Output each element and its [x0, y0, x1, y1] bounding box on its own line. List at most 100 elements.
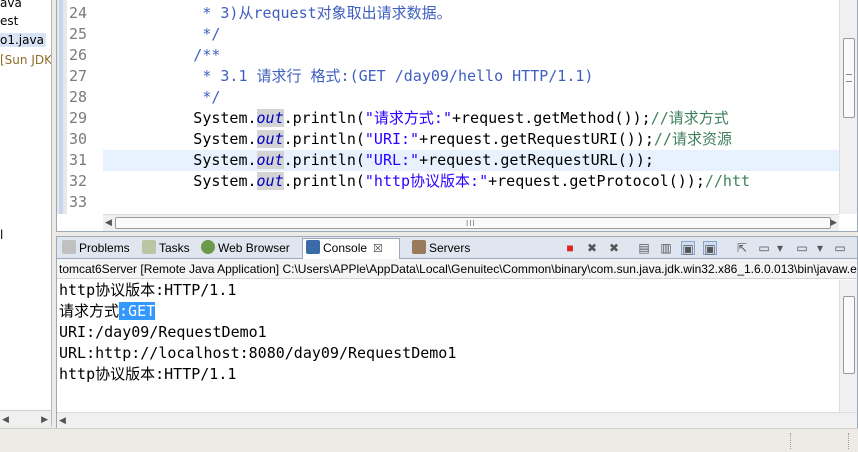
line-number: 30: [69, 130, 88, 148]
code-line[interactable]: System.out.println("URI:"+request.getReq…: [103, 129, 839, 150]
tab-tasks[interactable]: Tasks: [139, 239, 190, 258]
selected-text: :GET: [119, 302, 156, 320]
line-number: 32: [69, 172, 88, 190]
console-vscrollbar[interactable]: [839, 280, 857, 412]
code-token: out: [256, 109, 284, 127]
code-line[interactable]: */: [103, 24, 839, 45]
code-token: .println(: [283, 151, 365, 169]
remove-all-launches-icon[interactable]: ✖: [607, 241, 621, 255]
code-token: * 3)从request对象取出请求数据。: [103, 4, 452, 22]
editor-hscrollbar[interactable]: ◀ III ▶: [103, 214, 839, 231]
tab-web-browser[interactable]: Web Browser: [198, 239, 290, 258]
console-icon: [306, 240, 320, 254]
code-token: System.: [103, 172, 257, 190]
pin-console-icon[interactable]: ⇱: [735, 241, 749, 255]
code-token: .println(: [283, 172, 365, 190]
show-on-stdout-icon[interactable]: ▣: [681, 241, 695, 256]
code-token: +request.getRequestURI());: [419, 130, 654, 148]
code-editor[interactable]: 24 25 26 27 28 29 30 31 32 33 * 3)从request对象取出请求数…: [56, 0, 858, 232]
clear-console-icon[interactable]: ▤: [637, 241, 651, 255]
code-token: System.: [103, 151, 257, 169]
console-line: http协议版本:HTTP/1.1: [59, 365, 237, 383]
close-tab-icon[interactable]: ☒: [373, 243, 383, 255]
editor-hscroll-thumb[interactable]: III: [115, 217, 831, 229]
terminate-icon[interactable]: ■: [563, 241, 577, 255]
tab-servers[interactable]: Servers: [409, 239, 470, 258]
problems-icon: [62, 240, 76, 254]
status-separator: [790, 433, 792, 449]
package-explorer-hscrollbar[interactable]: ◀ ▶: [0, 410, 51, 426]
line-number: 24: [69, 4, 88, 22]
console-line: URI:/day09/RequestDemo1: [59, 323, 267, 341]
code-line[interactable]: System.out.println("http协议版本:"+request.g…: [103, 171, 839, 192]
line-number: 29: [69, 109, 88, 127]
console-line: 请求方式:GET: [59, 301, 156, 322]
tree-item[interactable]: ava: [0, 0, 22, 10]
code-line[interactable]: * 3.1 请求行 格式:(GET /day09/hello HTTP/1.1): [103, 66, 839, 87]
code-token: */: [103, 25, 221, 43]
line-number: 26: [69, 46, 88, 64]
tab-console[interactable]: Console ☒: [302, 238, 400, 259]
scroll-lock-icon[interactable]: ▥: [659, 241, 673, 255]
code-token: //请求资源: [653, 130, 732, 148]
package-explorer: ava est o1.java [Sun JDK l ◀ ▶: [0, 0, 52, 426]
line-number-gutter: 24 25 26 27 28 29 30 31 32 33: [67, 0, 103, 214]
tree-item[interactable]: est: [0, 14, 18, 28]
code-token: "请求方式:": [364, 109, 452, 127]
code-token: +request.getMethod());: [452, 109, 651, 127]
code-token: /**: [103, 46, 221, 64]
code-token: System.: [103, 109, 257, 127]
code-token: +request.getRequestURL());: [419, 151, 654, 169]
scroll-left-arrow-icon[interactable]: ◀: [59, 415, 66, 426]
status-bar: [0, 428, 858, 452]
editor-vscrollbar[interactable]: [839, 0, 857, 214]
scroll-left-arrow-icon[interactable]: ◀: [105, 217, 112, 228]
scroll-right-arrow-icon[interactable]: ▶: [41, 414, 48, 425]
minimize-view-icon[interactable]: ▭: [833, 241, 847, 255]
tasks-icon: [142, 240, 156, 254]
code-line[interactable]: /**: [103, 45, 839, 66]
tree-fragment: l: [0, 228, 4, 242]
scroll-left-arrow-icon[interactable]: ◀: [2, 414, 9, 425]
code-line[interactable]: System.out.println("请求方式:"+request.getMe…: [103, 108, 839, 129]
line-number: 27: [69, 67, 88, 85]
code-line[interactable]: [103, 192, 839, 213]
console-line: URL:http://localhost:8080/day09/RequestD…: [59, 344, 457, 362]
scroll-right-arrow-icon[interactable]: ▶: [830, 217, 837, 228]
console-vscroll-thumb[interactable]: [843, 296, 855, 374]
folding-marker: [59, 0, 63, 214]
tab-label: Problems: [79, 241, 130, 255]
code-token: */: [103, 88, 221, 106]
code-line[interactable]: * 3)从request对象取出请求数据。: [103, 3, 839, 24]
chevron-down-icon[interactable]: ▾: [773, 241, 787, 255]
code-token: System.: [103, 130, 257, 148]
line-number: 25: [69, 25, 88, 43]
console-view: Problems Tasks Web Browser Console ☒ Serv…: [56, 236, 858, 428]
line-number: 31: [69, 151, 88, 169]
console-output[interactable]: http协议版本:HTTP/1.1 请求方式:GET URI:/day09/Re…: [57, 280, 839, 412]
status-separator: [848, 433, 850, 449]
code-token: "URL:": [364, 151, 420, 169]
tab-label: Web Browser: [218, 241, 290, 255]
code-token: out: [256, 172, 284, 190]
line-number: 28: [69, 88, 88, 106]
console-hscrollbar[interactable]: ◀: [57, 412, 857, 428]
overview-ruler: [57, 0, 67, 214]
code-token: "http协议版本:": [364, 172, 489, 190]
code-token: //htt: [704, 172, 751, 190]
tree-item-selected-java-file[interactable]: o1.java: [0, 33, 46, 47]
show-on-stderr-icon[interactable]: ▣: [703, 241, 717, 256]
display-console-icon[interactable]: ▭: [757, 241, 771, 255]
globe-icon: [201, 240, 215, 254]
code-line[interactable]: */: [103, 87, 839, 108]
tree-item-jdk[interactable]: [Sun JDK: [0, 53, 51, 67]
editor-vscroll-thumb[interactable]: [843, 38, 855, 118]
tab-label: Console: [323, 241, 368, 255]
chevron-down-icon[interactable]: ▾: [813, 241, 827, 255]
remove-launch-icon[interactable]: ✖: [585, 241, 599, 255]
tab-problems[interactable]: Problems: [59, 239, 130, 258]
launch-description: tomcat6Server [Remote Java Application] …: [57, 259, 857, 279]
open-console-icon[interactable]: ▭: [795, 241, 809, 255]
view-tab-bar: Problems Tasks Web Browser Console ☒ Serv…: [57, 237, 857, 259]
code-line[interactable]: System.out.println("URL:"+request.getReq…: [103, 150, 839, 171]
